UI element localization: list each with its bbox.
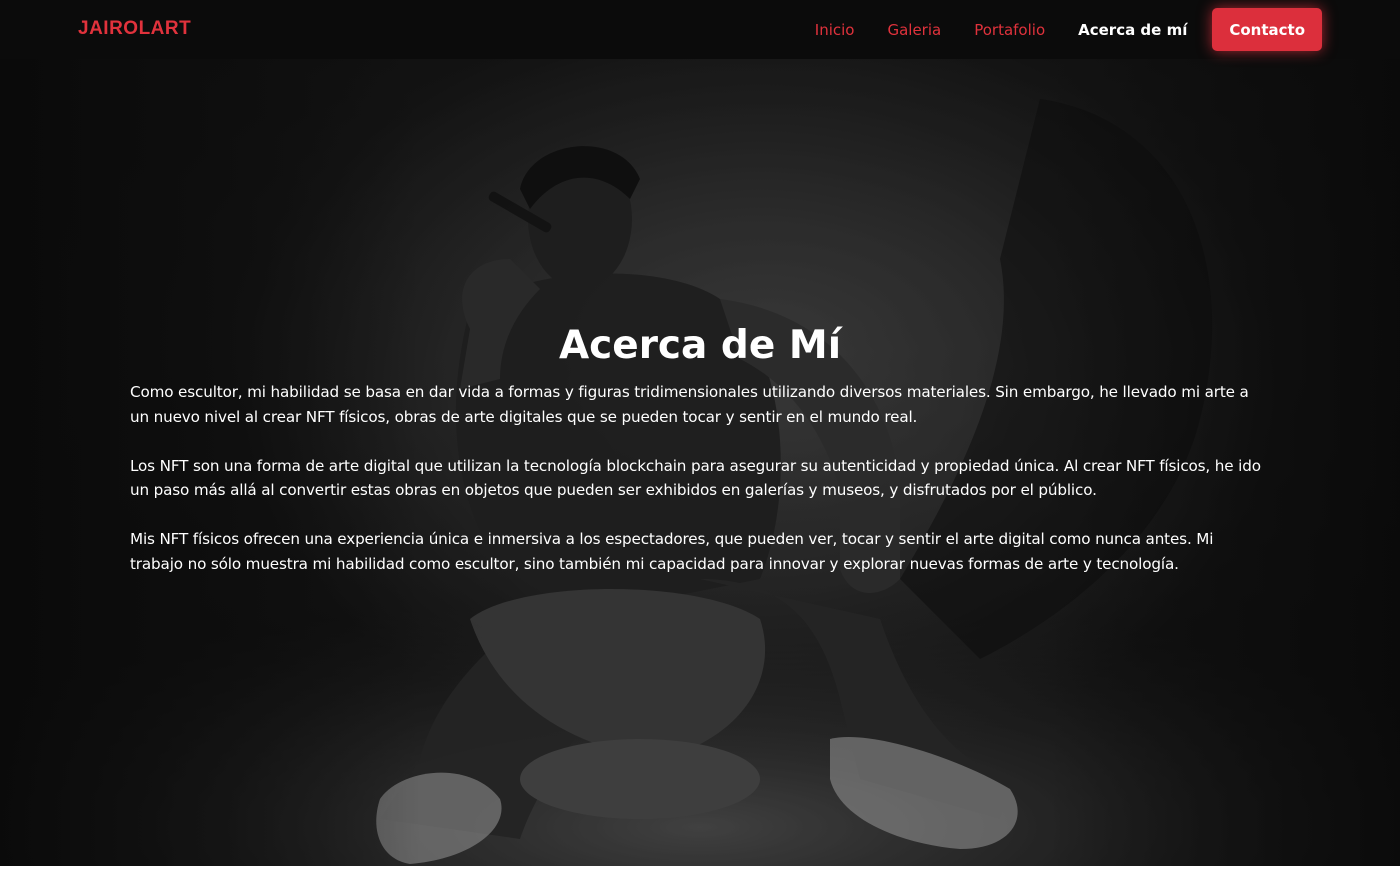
nav-link-galeria[interactable]: Galeria bbox=[887, 21, 941, 39]
page-footer-strip bbox=[0, 866, 1400, 893]
nav-links: Inicio Galeria Portafolio Acerca de mí C… bbox=[815, 0, 1400, 59]
about-paragraph-2: Los NFT son una forma de arte digital qu… bbox=[130, 456, 1261, 500]
nav-link-inicio[interactable]: Inicio bbox=[815, 21, 855, 39]
navbar: JAIROLART Inicio Galeria Portafolio Acer… bbox=[0, 0, 1400, 59]
brand-logo[interactable]: JAIROLART bbox=[78, 18, 191, 40]
contact-button[interactable]: Contacto bbox=[1212, 8, 1322, 51]
page: JAIROLART Inicio Galeria Portafolio Acer… bbox=[0, 0, 1400, 893]
nav-link-portafolio[interactable]: Portafolio bbox=[974, 21, 1045, 39]
about-paragraph-1: Como escultor, mi habilidad se basa en d… bbox=[130, 383, 1249, 426]
about-paragraph-3: Mis NFT físicos ofrecen una experiencia … bbox=[130, 530, 1214, 573]
hero-section: Acerca de Mí Como escultor, mi habilidad… bbox=[0, 59, 1400, 866]
about-content: Acerca de Mí Como escultor, mi habilidad… bbox=[130, 322, 1270, 601]
nav-link-acerca-de-mi[interactable]: Acerca de mí bbox=[1078, 21, 1187, 39]
page-title: Acerca de Mí bbox=[558, 323, 842, 368]
